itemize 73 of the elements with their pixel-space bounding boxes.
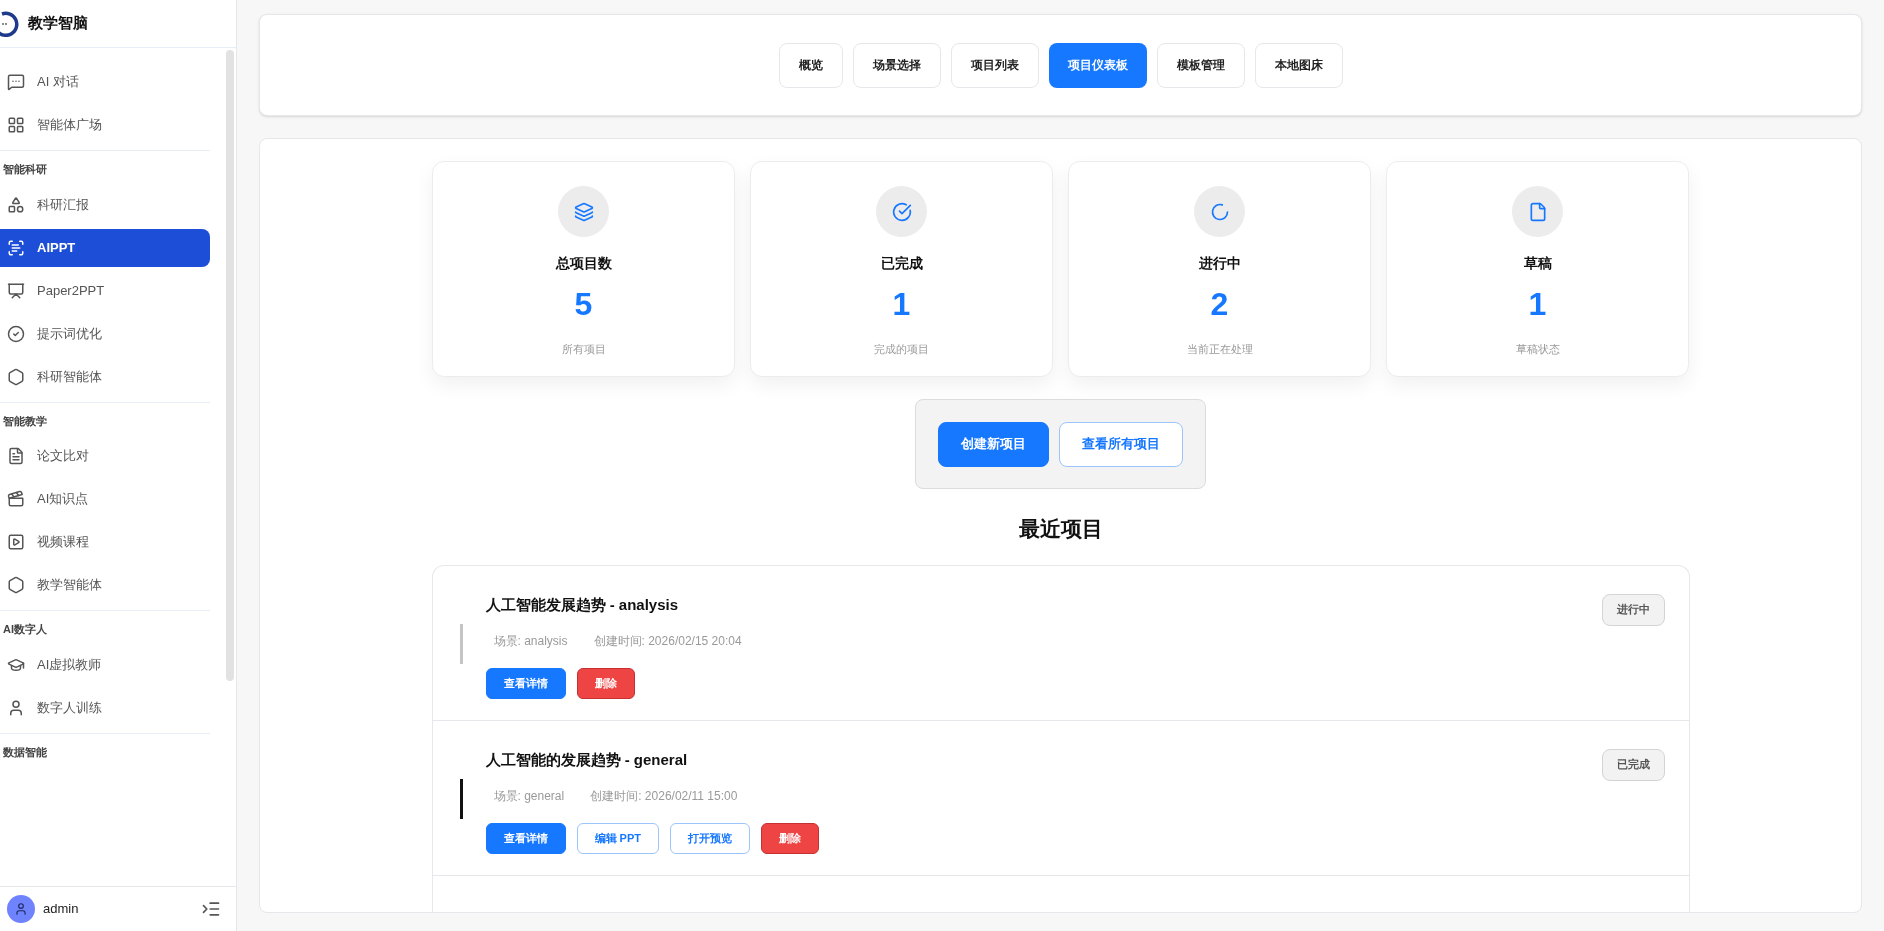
document-icon	[7, 447, 25, 465]
stat-value: 5	[574, 288, 593, 320]
project-created-time: 创建时间: 2026/02/11 15:00	[590, 788, 738, 805]
stat-title: 进行中	[1198, 254, 1241, 273]
stat-caption: 当前正在处理	[1186, 342, 1253, 357]
hexagon-icon	[7, 576, 25, 594]
sidebar-item[interactable]: 智能体广场	[0, 106, 210, 144]
stat-title: 已完成	[880, 254, 923, 273]
sidebar-item[interactable]: Paper2PPT	[0, 271, 210, 310]
project-action-button[interactable]: 打开预览	[669, 823, 750, 854]
layers-icon	[558, 186, 609, 237]
presentation-icon	[7, 281, 25, 300]
stat-title: 总项目数	[555, 254, 612, 273]
action-button[interactable]: 创建新项目	[938, 421, 1049, 467]
chat-icon	[7, 73, 25, 91]
sidebar-item[interactable]: 论文比对	[0, 437, 210, 475]
section-heading: AI数字人	[2, 622, 48, 637]
hexagon-icon	[7, 367, 25, 386]
sidebar-item[interactable]: AI 对话	[0, 63, 210, 101]
project-scene: 场景: general	[493, 788, 565, 805]
action-button[interactable]: 查看所有项目	[1059, 421, 1183, 467]
avatar-icon[interactable]	[7, 895, 35, 923]
sidebar-item[interactable]: 科研智能体	[0, 357, 210, 396]
stat-caption: 草稿状态	[1515, 342, 1560, 357]
sidebar-item[interactable]: 视频课程	[0, 523, 210, 561]
tab[interactable]: 项目列表	[950, 42, 1039, 88]
user-name: admin	[43, 900, 80, 919]
logo-icon	[0, 10, 20, 37]
scan-text-icon	[7, 238, 25, 257]
section-heading: 智能教学	[2, 413, 48, 429]
spinner-icon	[1194, 186, 1245, 237]
sidebar-item[interactable]: 数字人训练	[0, 688, 210, 727]
status-badge: 进行中	[1601, 593, 1665, 626]
scrollbar[interactable]	[226, 50, 234, 681]
stat-value: 2	[1210, 288, 1229, 320]
section-heading: 智能科研	[2, 162, 48, 177]
stat-value: 1	[892, 288, 911, 320]
status-badge: 已完成	[1601, 748, 1665, 781]
project-action-button[interactable]: 编辑 PPT	[576, 823, 659, 854]
clapperboard-icon	[7, 490, 25, 508]
sidebar-item[interactable]: AI知识点	[0, 480, 210, 518]
stat-caption: 所有项目	[561, 342, 606, 357]
shapes-icon	[7, 195, 25, 214]
sidebar-item[interactable]: 科研汇报	[0, 185, 210, 224]
play-icon	[7, 533, 25, 551]
project-scene: 场景: analysis	[493, 633, 568, 650]
stat-title: 草稿	[1523, 254, 1552, 273]
project-title: 人工智能发展趋势 - analysis	[485, 594, 680, 615]
grid-icon	[7, 116, 25, 134]
section-title: 最近项目	[1018, 516, 1103, 542]
tab[interactable]: 项目仪表板	[1048, 42, 1147, 88]
sidebar-item[interactable]: 提示词优化	[0, 314, 210, 353]
sidebar-item[interactable]: 教学智能体	[0, 566, 210, 604]
user-icon	[7, 698, 25, 717]
project-title: 人工智能的发展趋势 - general	[485, 749, 689, 770]
project-created-time: 创建时间: 2026/02/15 20:04	[593, 633, 742, 650]
collapse-menu-icon[interactable]	[201, 899, 221, 919]
stat-value: 1	[1528, 288, 1547, 320]
check-circle-icon	[7, 324, 25, 343]
sidebar-item[interactable]: AI虚拟教师	[0, 645, 210, 684]
tab[interactable]: 本地图床	[1254, 42, 1343, 88]
tab[interactable]: 概览	[778, 42, 843, 88]
tab[interactable]: 场景选择	[852, 42, 941, 88]
project-action-button[interactable]: 查看详情	[485, 823, 566, 854]
sidebar-item[interactable]: AIPPT	[0, 228, 210, 267]
section-heading: 数据智能	[2, 744, 48, 760]
tab[interactable]: 模板管理	[1156, 42, 1245, 88]
file-icon	[1512, 186, 1563, 237]
project-action-button[interactable]: 删除	[576, 668, 635, 699]
project-action-button[interactable]: 删除	[760, 823, 819, 854]
stat-caption: 完成的项目	[874, 342, 929, 357]
brand-name: 教学智脑	[28, 13, 88, 34]
project-action-button[interactable]: 查看详情	[485, 668, 566, 699]
